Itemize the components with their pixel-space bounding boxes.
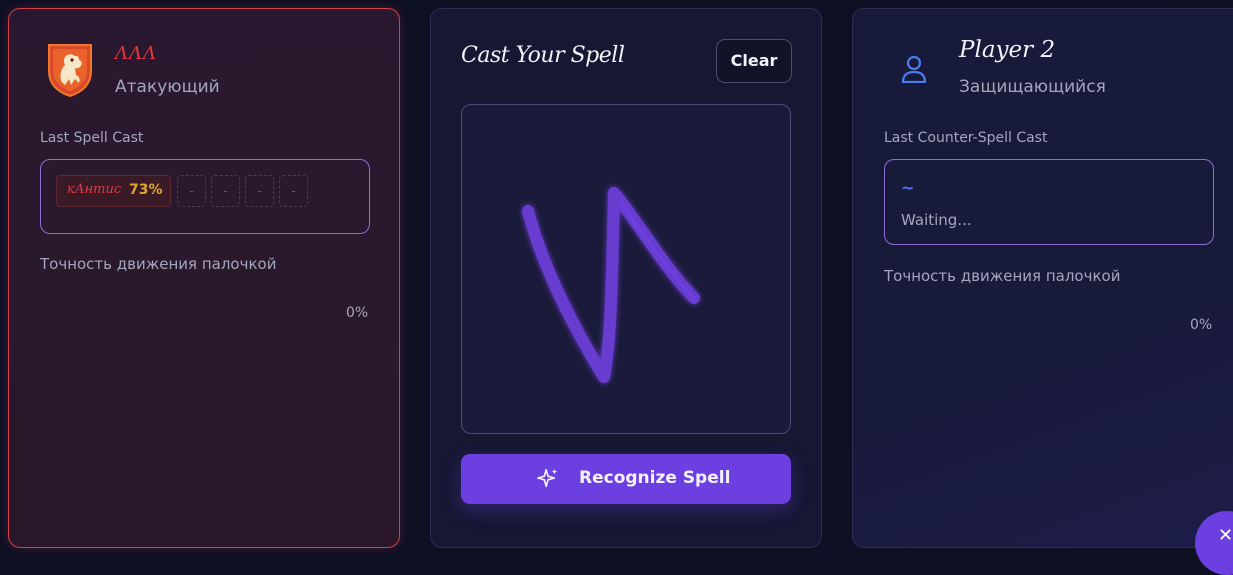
last-spell-box: кАнтис 73% - - - - — [40, 159, 370, 234]
empty-spell-slot: - — [177, 175, 206, 207]
drawing-canvas[interactable] — [461, 104, 791, 434]
spell-accuracy: 73% — [129, 182, 163, 198]
lion-crest-icon — [48, 44, 92, 97]
cast-title: Cast Your Spell — [461, 43, 625, 68]
empty-spell-slot: - — [245, 175, 274, 207]
spell-casting-card: Cast Your Spell Clear Recognize Spell — [430, 8, 822, 548]
wand-accuracy-value: 0% — [346, 305, 369, 321]
spell-name: кАнтис — [67, 182, 122, 197]
player-role: Атакующий — [115, 77, 220, 97]
recognize-spell-label: Recognize Spell — [579, 468, 731, 488]
empty-spell-slot: - — [211, 175, 240, 207]
spell-stroke — [522, 187, 700, 383]
last-spell-label: Last Spell Cast — [40, 130, 144, 146]
empty-spell-slot: - — [279, 175, 308, 207]
attacker-card: ΛΛΛ Атакующий Last Spell Cast кАнтис 73%… — [8, 8, 400, 548]
last-counter-spell-box: ~ Waiting... — [884, 159, 1214, 245]
spell-chip: кАнтис 73% — [56, 175, 171, 207]
user-icon — [901, 55, 927, 83]
wand-accuracy-label: Точность движения палочкой — [884, 267, 1121, 285]
counter-spell-glyph: ~ — [901, 178, 915, 197]
sparkle-icon — [537, 468, 558, 488]
player-role: Защищающийся — [959, 77, 1106, 97]
fab-icon: ✕ — [1218, 525, 1233, 546]
last-counter-spell-label: Last Counter-Spell Cast — [884, 130, 1048, 146]
clear-button[interactable]: Clear — [716, 39, 792, 83]
player-name: Player 2 — [959, 37, 1056, 63]
wand-accuracy-label: Точность движения палочкой — [40, 255, 277, 273]
recognize-spell-button[interactable]: Recognize Spell — [461, 454, 791, 504]
waiting-status: Waiting... — [901, 211, 972, 229]
wand-accuracy-value: 0% — [1190, 317, 1213, 333]
player-name: ΛΛΛ — [115, 43, 157, 64]
defender-card: Player 2 Защищающийся Last Counter-Spell… — [852, 8, 1233, 548]
